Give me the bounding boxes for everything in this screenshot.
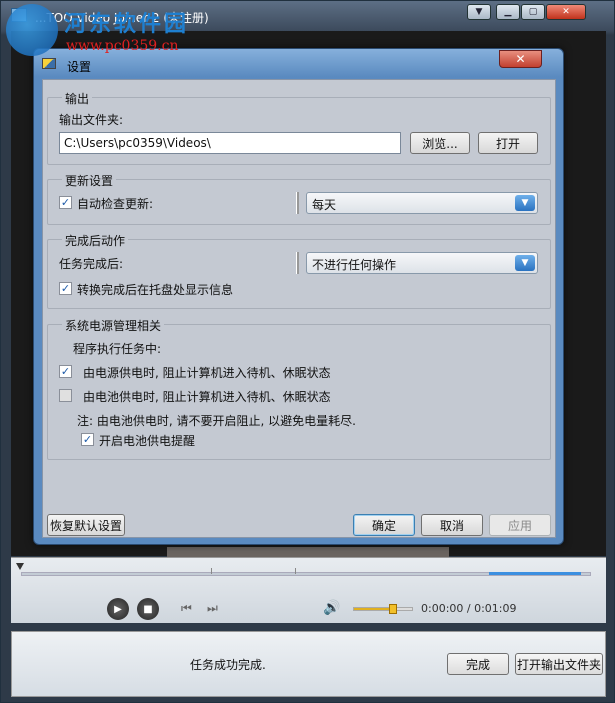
completion-action-select[interactable]: 不进行任何操作 ▼ [306,252,538,274]
browse-button[interactable]: 浏览... [410,132,470,154]
close-icon: ✕ [515,52,526,66]
battery-power-label: 由电池供电时, 阻止计算机进入待机、休眠状态 [83,390,331,404]
open-output-folder-button[interactable]: 打开输出文件夹 [515,653,603,675]
battery-reminder-label: 开启电池供电提醒 [99,434,196,448]
seek-start-marker[interactable] [16,563,24,570]
volume-level [354,608,393,610]
watermark-text: 河东软件园 [64,12,190,37]
close-button[interactable]: ✕ [546,4,586,20]
output-folder-label: 输出文件夹: [59,113,124,127]
during-task-label: 程序执行任务中: [73,342,162,356]
cancel-button[interactable]: 取消 [421,514,483,536]
power-group: 系统电源管理相关 程序执行任务中: ✓ 由电源供电时, 阻止计算机进入待机、休眠… [47,317,551,460]
tray-info-label: 转换完成后在托盘处显示信息 [77,283,234,297]
watermark: 河东软件园 www.pc0359.cn [6,4,206,60]
dialog-close-button[interactable]: ✕ [499,50,542,68]
next-button[interactable]: ⏭ [207,601,218,616]
update-group: 更新设置 ✓ 自动检查更新: 每天 ▼ [47,172,551,225]
prev-button[interactable]: ⏮ [181,601,192,616]
done-button[interactable]: 完成 [447,653,509,675]
select-separator [296,192,299,214]
prev-icon: ⏮ [181,601,192,615]
power-group-label: 系统电源管理相关 [62,317,165,334]
play-icon: ▶ [114,603,122,615]
completion-group-label: 完成后动作 [62,232,129,249]
battery-reminder-checkbox[interactable]: ✓ [81,433,94,446]
close-icon: ✕ [562,7,570,17]
battery-note: 注: 由电池供电时, 请不要开启阻止, 以避免电量耗尽. [77,414,356,428]
select-separator [296,252,299,274]
ac-power-checkbox[interactable]: ✓ [59,365,72,378]
seek-tick [211,568,212,574]
ac-power-label: 由电源供电时, 阻止计算机进入待机、休眠状态 [83,366,331,380]
menu-dropdown-button[interactable]: ▼ [467,4,491,20]
seek-tick [295,568,296,574]
minimize-button[interactable]: ▁ [496,4,520,20]
maximize-icon: ▢ [528,7,538,17]
ok-button[interactable]: 确定 [353,514,415,536]
volume-slider[interactable] [353,604,413,614]
next-icon: ⏭ [207,601,218,615]
maximize-button[interactable]: ▢ [521,4,545,20]
completion-action-value: 不进行任何操作 [312,258,397,272]
watermark-url: www.pc0359.cn [66,38,179,54]
player-controls: ▶ ■ ⏮ ⏭ 🔊 0:00:00 / 0:01:09 [11,557,606,623]
restore-defaults-button[interactable]: 恢复默认设置 [47,514,125,536]
seek-selection [489,572,581,575]
video-frame-strip [167,547,449,557]
battery-power-checkbox[interactable]: ✓ [59,389,72,402]
dropdown-arrow-icon: ▼ [515,255,535,271]
output-group: 输出 输出文件夹: C:\Users\pc0359\Videos\ 浏览... … [47,90,551,165]
dropdown-arrow-icon: ▼ [515,195,535,211]
dialog-title: 设置 [67,60,92,74]
update-group-label: 更新设置 [62,172,117,189]
output-folder-input[interactable]: C:\Users\pc0359\Videos\ [59,132,401,154]
stop-button[interactable]: ■ [137,598,159,620]
completion-group: 完成后动作 任务完成后: 不进行任何操作 ▼ ✓ 转换完成后在托盘处显示信息 [47,232,551,309]
time-readout: 0:00:00 / 0:01:09 [421,602,517,615]
play-button[interactable]: ▶ [107,598,129,620]
tray-info-checkbox[interactable]: ✓ [59,282,72,295]
status-text: 任务成功完成. [190,658,266,672]
output-group-label: 输出 [62,90,93,107]
watermark-logo-icon [6,4,58,56]
apply-button[interactable]: 应用 [489,514,551,536]
auto-check-label: 自动检查更新: [77,197,154,211]
volume-icon[interactable]: 🔊 [323,600,340,616]
settings-dialog: 设置 ✕ 输出 输出文件夹: C:\Users\pc0359\Videos\ 浏… [33,48,564,545]
update-frequency-value: 每天 [312,198,337,212]
update-frequency-select[interactable]: 每天 ▼ [306,192,538,214]
task-done-label: 任务完成后: [59,257,124,271]
minimize-icon: ▁ [504,7,512,17]
open-folder-button[interactable]: 打开 [478,132,538,154]
dialog-body: 输出 输出文件夹: C:\Users\pc0359\Videos\ 浏览... … [42,79,556,538]
auto-check-checkbox[interactable]: ✓ [59,196,72,209]
volume-knob[interactable] [389,604,397,614]
status-footer: 任务成功完成. 完成 打开输出文件夹 [11,631,606,697]
stop-icon: ■ [143,603,153,615]
